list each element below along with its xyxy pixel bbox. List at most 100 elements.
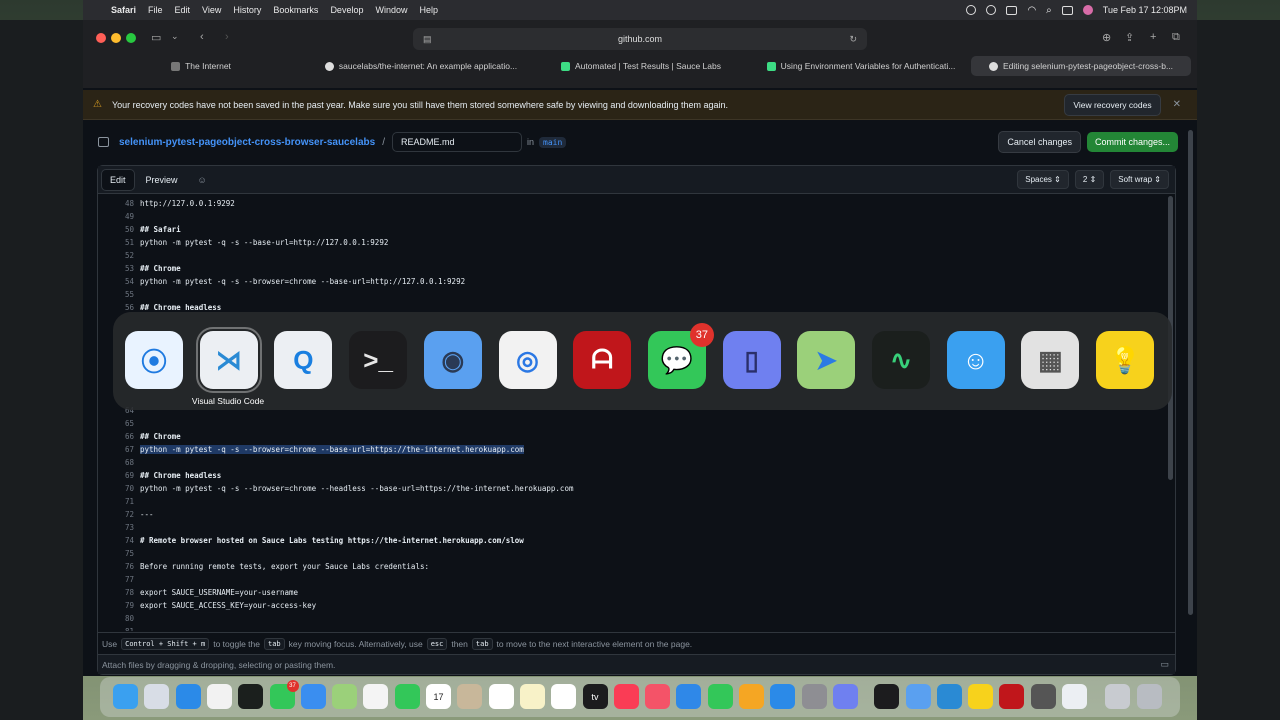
downloads-dock-icon[interactable] xyxy=(1105,684,1131,709)
new-tab-icon[interactable]: + xyxy=(1150,31,1156,43)
indent-size-select[interactable]: 2 ⇕ xyxy=(1074,170,1105,189)
tab-the-internet[interactable]: The Internet xyxy=(91,56,311,76)
facetime-dock-icon[interactable] xyxy=(394,684,420,709)
preview-dock-icon[interactable] xyxy=(905,684,931,709)
terminal-dock-icon[interactable] xyxy=(874,684,900,709)
code-line[interactable]: ## Chrome headless xyxy=(140,303,221,312)
news-dock-icon[interactable] xyxy=(645,684,671,709)
commit-changes-button[interactable]: Commit changes... xyxy=(1086,132,1178,152)
contacts-dock-icon[interactable] xyxy=(457,684,483,709)
back-icon[interactable]: ‹ xyxy=(200,31,204,43)
control-center-icon[interactable] xyxy=(1061,5,1073,15)
code-line[interactable]: # Remote browser hosted on Sauce Labs te… xyxy=(140,536,524,545)
siri-icon[interactable] xyxy=(1082,5,1093,15)
minimize-window-button[interactable] xyxy=(111,33,121,43)
menu-help[interactable]: Help xyxy=(419,5,438,15)
tab-env-vars[interactable]: Using Environment Variables for Authenti… xyxy=(751,56,971,76)
menu-clock[interactable]: Tue Feb 17 12:08PM xyxy=(1103,5,1187,15)
photos-dock-icon[interactable] xyxy=(363,684,389,709)
view-recovery-codes-button[interactable]: View recovery codes xyxy=(1064,93,1161,116)
page-settings-icon[interactable]: ▤ xyxy=(423,34,432,45)
record-icon[interactable] xyxy=(966,5,977,15)
trash-dock-icon[interactable] xyxy=(1136,684,1162,709)
chrome-app-icon[interactable]: ◎ xyxy=(498,331,557,389)
code-line[interactable]: --- xyxy=(140,627,154,631)
close-window-button[interactable] xyxy=(96,33,106,43)
code-line[interactable]: ## Chrome xyxy=(140,432,181,441)
messages-app-icon[interactable]: 💬 37 xyxy=(647,323,714,389)
tab-preview[interactable]: Preview xyxy=(138,170,186,190)
branch-badge[interactable]: main xyxy=(539,136,567,148)
reminders-dock-icon[interactable] xyxy=(488,684,514,709)
menu-file[interactable]: File xyxy=(148,5,163,15)
copilot-icon[interactable]: ☺ xyxy=(198,175,207,185)
maps-dock-icon[interactable] xyxy=(332,684,358,709)
close-icon[interactable]: ✕ xyxy=(1173,99,1181,110)
keynote-dock-icon[interactable] xyxy=(676,684,702,709)
maps-app-icon[interactable]: ➤ xyxy=(797,331,856,389)
finder-dock-icon[interactable] xyxy=(113,684,138,709)
tab-saucelabs-github[interactable]: saucelabs/the-internet: An example appli… xyxy=(311,56,531,76)
code-line[interactable]: export SAUCE_USERNAME=your-username xyxy=(140,588,298,597)
chevron-down-icon[interactable]: ⌄ xyxy=(171,31,179,42)
appstore-dock-icon[interactable] xyxy=(770,684,796,709)
finder-app-icon[interactable]: ☺ xyxy=(946,331,1005,389)
share-icon[interactable]: ⇪ xyxy=(1125,31,1134,44)
messages-dock-icon[interactable]: 37 xyxy=(269,680,299,709)
wrap-mode-select[interactable]: Soft wrap ⇕ xyxy=(1110,170,1169,189)
code-editor[interactable]: 48 http://127.0.0.1:9292 49 50 ## Safari 51 py… xyxy=(98,195,1175,631)
code-line[interactable]: python -m pytest -q -s --browser=chrome … xyxy=(140,277,465,286)
forward-icon[interactable]: › xyxy=(225,31,229,43)
calendar-dock-icon[interactable]: 17 xyxy=(426,684,451,709)
page-scrollbar[interactable] xyxy=(1188,130,1193,615)
zoom-window-button[interactable] xyxy=(126,33,136,43)
vscode-dock-icon[interactable] xyxy=(936,684,962,709)
spotlight-icon[interactable]: ⌕ xyxy=(1046,5,1052,16)
code-line[interactable]: python -m pytest -q -s --browser=chrome … xyxy=(140,445,524,454)
code-line[interactable]: ## Safari xyxy=(140,225,181,234)
tab-sauce-results[interactable]: Automated | Test Results | Sauce Labs xyxy=(531,56,751,76)
code-line[interactable]: ## Chrome headless xyxy=(140,471,221,480)
menu-edit[interactable]: Edit xyxy=(175,5,191,15)
pages-dock-icon[interactable] xyxy=(739,684,764,709)
wifi-icon[interactable]: ◠ xyxy=(1027,5,1036,16)
simulator-dock-icon[interactable] xyxy=(832,684,858,709)
tab-editing-readme[interactable]: Editing selenium-pytest-pageobject-cross… xyxy=(971,56,1191,76)
downloads-icon[interactable]: ⊕ xyxy=(1102,31,1111,44)
cancel-changes-button[interactable]: Cancel changes xyxy=(998,131,1081,153)
quicktime-dock-icon[interactable] xyxy=(1062,684,1087,709)
code-line[interactable]: ## Chrome xyxy=(140,264,181,273)
simulator-app-icon[interactable]: ▯ xyxy=(722,331,781,389)
code-line[interactable]: export SAUCE_ACCESS_KEY=your-access-key xyxy=(140,601,316,610)
play-icon[interactable] xyxy=(986,5,997,15)
acrobat-dock-icon[interactable] xyxy=(999,684,1025,709)
safari-app-icon[interactable]: ⦿ xyxy=(125,331,183,389)
freeform-dock-icon[interactable] xyxy=(551,684,577,709)
menu-bookmarks[interactable]: Bookmarks xyxy=(273,5,318,15)
acrobat-app-icon[interactable]: ᗩ xyxy=(573,331,632,389)
activity-monitor-app-icon[interactable]: ∿ xyxy=(872,331,930,389)
chrome-dock-icon[interactable] xyxy=(206,684,232,709)
repo-link[interactable]: selenium-pytest-pageobject-cross-browser… xyxy=(119,137,375,148)
tips-dock-icon[interactable] xyxy=(968,684,994,709)
menu-develop[interactable]: Develop xyxy=(330,5,363,15)
sidebar-icon[interactable]: ▭ xyxy=(151,31,161,44)
tips-app-icon[interactable]: 💡 xyxy=(1096,331,1155,389)
filename-input[interactable]: README.md xyxy=(391,132,522,152)
notes-dock-icon[interactable] xyxy=(519,684,545,709)
code-line[interactable]: python -m pytest -q -s --browser=chrome … xyxy=(140,484,573,493)
attach-files-bar[interactable]: Attach files by dragging & dropping, sel… xyxy=(98,654,1175,674)
battery-icon[interactable] xyxy=(1006,5,1018,15)
indent-mode-select[interactable]: Spaces ⇕ xyxy=(1017,170,1069,189)
mail-dock-icon[interactable] xyxy=(300,684,326,709)
menu-window[interactable]: Window xyxy=(375,5,407,15)
calculator-app-icon[interactable]: ▦ xyxy=(1021,331,1080,389)
menu-history[interactable]: History xyxy=(233,5,261,15)
safari-dock-icon[interactable] xyxy=(175,684,201,709)
settings-dock-icon[interactable] xyxy=(801,684,827,709)
code-line[interactable]: Before running remote tests, export your… xyxy=(140,562,429,571)
preview-app-icon[interactable]: ◉ xyxy=(423,331,482,389)
quicktime-app-icon[interactable]: Q xyxy=(274,331,333,389)
code-line[interactable]: http://127.0.0.1:9292 xyxy=(140,199,235,208)
calculator-dock-icon[interactable] xyxy=(1030,684,1056,709)
